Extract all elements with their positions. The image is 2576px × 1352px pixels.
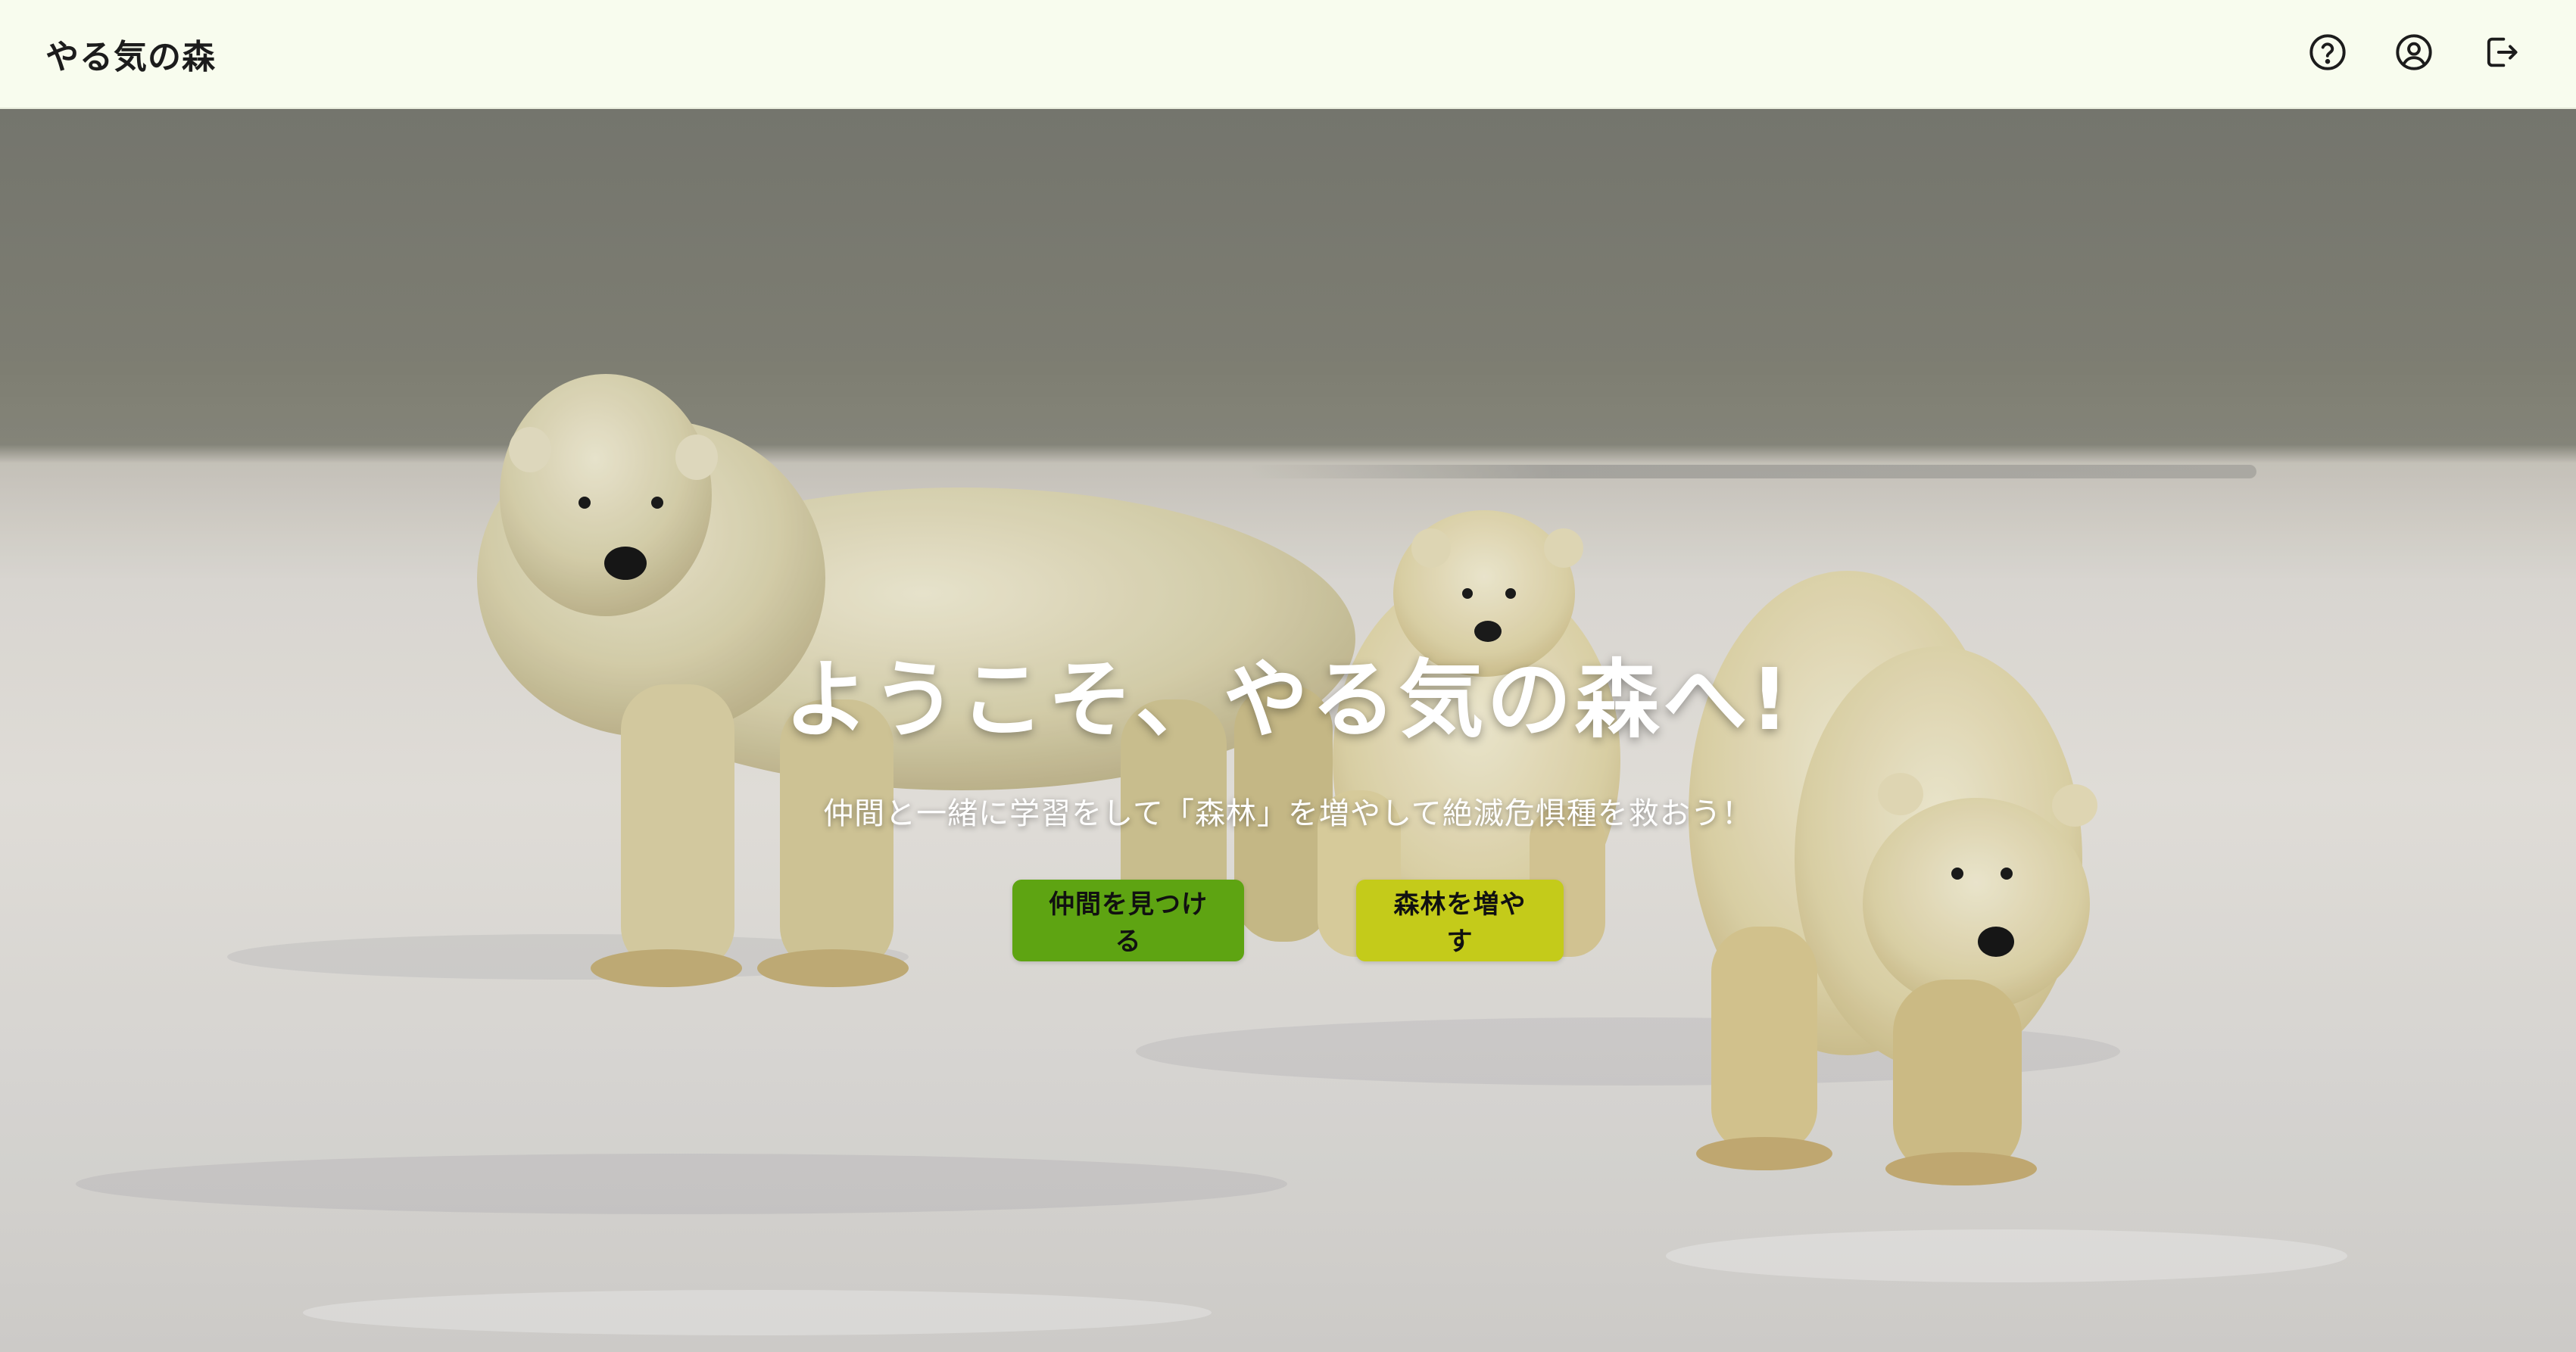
profile-button[interactable]	[2393, 33, 2435, 75]
brand-title[interactable]: やる気の森	[45, 30, 216, 78]
user-circle-icon	[2394, 33, 2434, 75]
find-friends-button[interactable]: 仲間を見つける	[1012, 880, 1244, 961]
logout-button[interactable]	[2479, 33, 2521, 75]
logout-icon	[2481, 33, 2520, 75]
app-root: やる気の森 ようこそ、やる気の森へ! 仲間と一緒に学習をして「森林」を増やして絶…	[0, 0, 2576, 1352]
help-button[interactable]	[2306, 33, 2349, 75]
top-header: やる気の森	[0, 0, 2576, 109]
header-actions	[2306, 33, 2521, 75]
grow-forest-button[interactable]: 森林を増やす	[1356, 880, 1564, 961]
help-circle-icon	[2308, 33, 2347, 75]
hero-content: ようこそ、やる気の森へ! 仲間と一緒に学習をして「森林」を増やして絶滅危惧種を救…	[0, 631, 2576, 961]
hero-title: ようこそ、やる気の森へ!	[784, 651, 1792, 749]
hero-subtitle: 仲間と一緒に学習をして「森林」を増やして絶滅危惧種を救おう！	[823, 796, 1753, 831]
hero-section: ようこそ、やる気の森へ! 仲間と一緒に学習をして「森林」を増やして絶滅危惧種を救…	[0, 109, 2576, 1352]
hero-buttons: 仲間を見つける 森林を増やす	[0, 880, 2576, 961]
